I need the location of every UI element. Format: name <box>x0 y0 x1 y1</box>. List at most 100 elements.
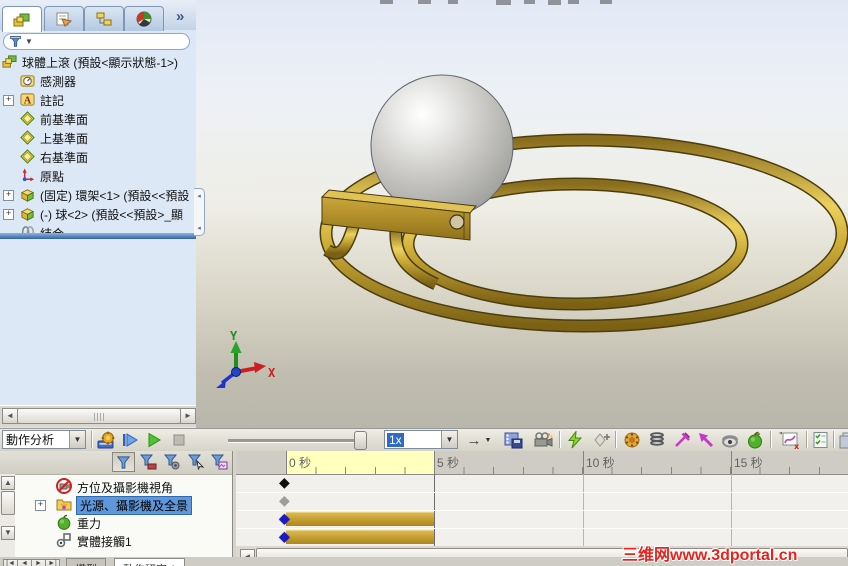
tree-flyout-handle[interactable]: ◂ ◂ <box>194 188 205 236</box>
sphere-part[interactable] <box>370 74 514 218</box>
tab-nav-prev-icon[interactable]: ◄ <box>17 559 32 566</box>
dropdown-arrow-icon[interactable]: ▼ <box>441 431 457 448</box>
dropdown-arrow-icon: ▼ <box>484 436 492 444</box>
spring-button[interactable] <box>646 430 668 450</box>
scroll-right-button[interactable]: ► <box>180 408 196 424</box>
filter-driving-icon <box>140 454 157 470</box>
feature-manager-icon <box>13 13 30 26</box>
filter-dropdown-arrow[interactable]: ▼ <box>25 37 33 46</box>
expand-plus[interactable]: + <box>3 209 14 220</box>
tab-motion-study-1[interactable]: 動作研究 1 <box>114 558 186 566</box>
svg-text:A: A <box>24 95 32 106</box>
motion-row-contact[interactable]: 實體接觸1 <box>15 531 232 549</box>
scroll-thumb[interactable] <box>17 408 181 424</box>
tree-item-front-plane[interactable]: 前基準面 <box>0 109 196 128</box>
expand-plus[interactable]: + <box>35 500 46 511</box>
contact-button[interactable] <box>719 430 741 450</box>
gravity-button[interactable] <box>744 430 766 450</box>
tab-property-manager[interactable] <box>44 6 84 31</box>
tab-nav-next-icon[interactable]: ► <box>31 559 46 566</box>
tab-display-manager[interactable] <box>124 6 164 31</box>
panel-expand-chevron[interactable]: » <box>176 8 184 25</box>
feature-panel-hscrollbar[interactable]: ◄ ► <box>0 405 196 427</box>
motion-row-lights[interactable]: + 光源、攝影機及全景 <box>15 495 232 515</box>
keyrow-orientation[interactable]: ◆ <box>236 474 848 493</box>
key-diamond-gray[interactable]: ◆ <box>279 491 290 509</box>
expand-plus[interactable]: + <box>3 95 14 106</box>
study-properties-button[interactable] <box>810 430 832 450</box>
filter-gear-icon <box>164 454 180 470</box>
damper-icon <box>675 432 691 447</box>
tree-root[interactable]: 球體上滾 (預設<顯示狀態-1>) <box>0 52 196 71</box>
motor-key-button[interactable] <box>565 430 585 450</box>
lights-scene-icon <box>56 499 72 511</box>
scroll-left-button[interactable]: ◄ <box>2 408 18 424</box>
filter-animated-button[interactable] <box>185 452 208 472</box>
tree-item-annotations[interactable]: + A 註記 <box>0 90 196 109</box>
motor-button[interactable] <box>621 430 643 450</box>
duration-bar-gravity[interactable] <box>286 512 434 526</box>
solidworks-window: » ▼ 球體上滾 (預設<顯示狀態-1>) 感測器 + A 註記 前基準面 上基… <box>0 0 848 566</box>
tab-feature-manager[interactable] <box>2 6 42 32</box>
play-button[interactable] <box>143 430 165 450</box>
play-from-start-button[interactable] <box>119 430 141 450</box>
graphics-viewport[interactable]: Y X <box>196 0 848 428</box>
add-key-icon <box>593 433 610 447</box>
key-diamond-blue[interactable]: ◆ <box>279 509 290 527</box>
timeline-ruler[interactable]: 0 秒 5 秒 10 秒 15 秒 <box>236 451 848 475</box>
playback-mode-button[interactable]: → ▼ <box>464 430 494 450</box>
tree-item-top-plane[interactable]: 上基準面 <box>0 128 196 147</box>
playback-speed-dropdown[interactable]: 1x ▼ <box>384 430 458 449</box>
filter-results-button[interactable] <box>208 452 231 472</box>
tree-item-ball[interactable]: + (-) 球<2> (預設<<預設>_顯 <box>0 204 196 223</box>
motion-tree-vscrollbar[interactable]: ▲ ▼ <box>0 474 15 566</box>
minor-ticks <box>286 467 848 474</box>
part-icon <box>20 189 35 202</box>
results-chart-icon: " x <box>779 431 800 449</box>
tree-item-sensors[interactable]: 感測器 <box>0 71 196 90</box>
damper-button[interactable] <box>671 430 693 450</box>
expand-plus[interactable]: + <box>3 190 14 201</box>
tree-item-origin[interactable]: 原點 <box>0 166 196 185</box>
study-type-dropdown[interactable]: 動作分析 ▼ <box>2 430 86 449</box>
tab-model[interactable]: 模型 <box>66 558 106 566</box>
motion-row-orientation[interactable]: 方位及攝影機視角 <box>15 477 232 495</box>
feature-tree: 球體上滾 (預設<顯示狀態-1>) 感測器 + A 註記 前基準面 上基準面 右… <box>0 52 196 242</box>
tree-item-right-plane[interactable]: 右基準面 <box>0 147 196 166</box>
add-key-button[interactable] <box>590 430 612 450</box>
major-tick-0s <box>286 451 287 474</box>
force-button[interactable] <box>695 430 717 450</box>
scroll-up-button[interactable]: ▲ <box>1 476 15 490</box>
tree-filter-bar[interactable]: ▼ <box>3 33 190 50</box>
solid-contact-icon <box>56 533 71 548</box>
motion-row-gravity[interactable]: 重力 <box>15 513 232 531</box>
playback-slider-track[interactable] <box>228 439 366 443</box>
tree-item-ring-frame[interactable]: + (固定) 環架<1> (預設<<預設 <box>0 185 196 204</box>
scroll-thumb[interactable] <box>1 491 15 515</box>
plane-icon <box>20 111 35 126</box>
major-tick-10s <box>583 451 584 474</box>
filter-driving-button[interactable] <box>137 452 160 472</box>
property-manager-icon <box>56 12 73 27</box>
filter-all-button[interactable] <box>112 452 135 472</box>
dropdown-arrow-icon[interactable]: ▼ <box>69 431 85 448</box>
save-animation-button[interactable] <box>502 430 524 450</box>
keyrow-gravity[interactable]: ◆ <box>236 510 848 529</box>
gravity-apple-icon <box>57 514 71 530</box>
key-diamond-blue[interactable]: ◆ <box>279 527 290 545</box>
duration-bar-contact[interactable] <box>286 530 434 544</box>
results-plots-button[interactable]: " x <box>776 430 802 450</box>
key-diamond-black[interactable]: ◆ <box>279 473 290 491</box>
watermark: 三维网www.3dportal.cn <box>622 547 798 564</box>
filter-selected-button[interactable] <box>161 452 184 472</box>
stop-button[interactable] <box>168 430 190 450</box>
keyrow-lights[interactable]: ◆ <box>236 492 848 511</box>
animation-wizard-button[interactable] <box>532 430 554 450</box>
tab-nav-last-icon[interactable]: ►| <box>45 559 60 566</box>
collapse-panel-button[interactable] <box>836 430 848 450</box>
playback-slider-thumb[interactable] <box>354 431 367 450</box>
calculate-button[interactable] <box>95 430 117 450</box>
tab-configuration-manager[interactable] <box>84 6 124 31</box>
tab-nav-first-icon[interactable]: |◄ <box>3 559 18 566</box>
scroll-down-button[interactable]: ▼ <box>1 526 15 540</box>
